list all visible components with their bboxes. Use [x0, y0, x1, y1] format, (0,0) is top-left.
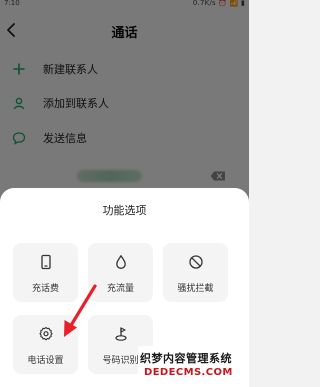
droplet-icon: [116, 254, 126, 269]
gear-icon: [39, 326, 53, 341]
tile-recharge-credit[interactable]: 充话费: [13, 243, 78, 302]
phone-icon: [41, 254, 51, 270]
tile-label: 骚扰拦截: [177, 284, 214, 294]
tile-label: 电话设置: [27, 356, 64, 366]
block-icon: [189, 255, 203, 269]
tile-recharge-data[interactable]: 充流量: [88, 243, 153, 302]
tile-label: 充流量: [106, 284, 134, 294]
tile-call-settings[interactable]: 电话设置: [13, 315, 78, 374]
sheet-title: 功能选项: [102, 204, 147, 217]
tile-spam-block[interactable]: 骚扰拦截: [163, 243, 228, 302]
watermark-domain: DEDECMS.COM: [144, 367, 233, 378]
location-pin-icon: [115, 327, 127, 341]
watermark: 织梦内容管理系统 DEDECMS.COM: [138, 346, 249, 387]
watermark-title: 织梦内容管理系统: [140, 352, 232, 365]
tile-label: 充话费: [31, 284, 59, 294]
